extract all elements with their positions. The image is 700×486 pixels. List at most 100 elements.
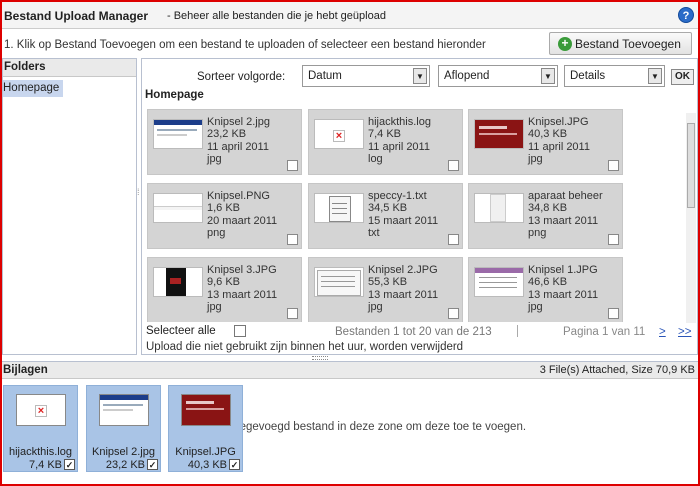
attachment-name: Knipsel 2.jpg — [92, 446, 155, 458]
file-card[interactable]: Knipsel 2.jpg 23,2 KB 11 april 2011 jpg — [147, 109, 302, 175]
folder-item-homepage[interactable]: Homepage — [3, 80, 63, 97]
attachment-size: 7,4 KB — [28, 459, 62, 471]
file-name: Knipsel 2.JPG — [368, 264, 438, 276]
file-card[interactable]: Knipsel.JPG 40,3 KB 11 april 2011 jpg — [468, 109, 623, 175]
file-size: 34,8 KB — [528, 202, 568, 215]
attachment-size: 40,3 KB — [187, 459, 227, 471]
instruction-bar: 1. Klik op Bestand Toevoegen om een best… — [2, 30, 698, 58]
file-card[interactable]: × hijackthis.log 7,4 KB 11 april 2011 log — [308, 109, 463, 175]
view-mode-value: Details — [570, 70, 606, 82]
chevron-down-icon: ▼ — [648, 68, 662, 84]
file-name: Knipsel 3.JPG — [207, 264, 277, 276]
file-date: 15 maart 2011 — [368, 214, 439, 227]
scrollbar-thumb[interactable] — [687, 123, 695, 208]
file-date: 11 april 2011 — [207, 140, 269, 153]
file-card[interactable]: speccy-1.txt 34,5 KB 15 maart 2011 txt — [308, 183, 463, 249]
attachment-thumbnail: × — [16, 394, 66, 426]
next-page-link[interactable]: > — [659, 326, 666, 338]
drop-zone-text: toegevoegd bestand in deze zone om deze … — [230, 421, 527, 433]
file-select-checkbox[interactable] — [608, 234, 619, 245]
file-card[interactable]: Knipsel 1.JPG 46,6 KB 13 maart 2011 jpg — [468, 257, 623, 322]
file-type: jpg — [207, 300, 222, 313]
file-size: 46,6 KB — [528, 276, 568, 289]
sort-direction-value: Aflopend — [444, 70, 490, 82]
file-size: 34,5 KB — [368, 202, 408, 215]
chevron-down-icon: ▼ — [413, 68, 427, 84]
file-name: hijackthis.log — [368, 116, 431, 128]
file-size: 55,3 KB — [368, 276, 408, 289]
upload-manager-window: Bestand Upload Manager - Beheer alle bes… — [0, 0, 700, 486]
file-select-checkbox[interactable] — [448, 234, 459, 245]
ok-button[interactable]: OK — [671, 69, 694, 85]
sort-field-select[interactable]: Datum ▼ — [302, 65, 430, 87]
horizontal-splitter-handle[interactable] — [312, 356, 328, 360]
folders-panel: Folders Homepage — [2, 58, 137, 355]
attachment-drop-zone[interactable]: toegevoegd bestand in deze zone om deze … — [2, 380, 698, 484]
attachments-summary: 3 File(s) Attached, Size 70,9 KB — [539, 364, 695, 376]
file-type: txt — [368, 226, 380, 239]
attachment-checkbox[interactable]: ✓ — [229, 459, 240, 470]
file-card[interactable]: Knipsel.PNG 1,6 KB 20 maart 2011 png — [147, 183, 302, 249]
file-info: Knipsel 3.JPG 9,6 KB 13 maart 2011 jpg — [207, 264, 277, 313]
attachment-thumbnail — [99, 394, 149, 426]
file-card[interactable]: Knipsel 3.JPG 9,6 KB 13 maart 2011 jpg — [147, 257, 302, 322]
file-select-checkbox[interactable] — [448, 160, 459, 171]
vertical-scrollbar[interactable] — [686, 113, 696, 323]
attachment-checkbox[interactable]: ✓ — [64, 459, 75, 470]
attachment-name: hijackthis.log — [9, 446, 72, 458]
file-type: png — [528, 226, 547, 239]
file-thumbnail — [314, 193, 364, 223]
select-all-checkbox[interactable] — [234, 325, 246, 337]
file-select-checkbox[interactable] — [608, 308, 619, 319]
last-page-link[interactable]: >> — [678, 326, 691, 338]
file-select-checkbox[interactable] — [287, 308, 298, 319]
sort-label: Sorteer volgorde: — [197, 71, 286, 83]
help-icon[interactable]: ? — [678, 7, 694, 23]
file-size: 23,2 KB — [207, 128, 247, 141]
attachment-card[interactable]: Knipsel.JPG 40,3 KB ✓ — [168, 385, 243, 472]
attachment-checkbox[interactable]: ✓ — [147, 459, 158, 470]
plus-circle-icon: + — [558, 36, 572, 51]
file-date: 13 maart 2011 — [368, 288, 439, 301]
file-info: aparaat beheer 34,8 KB 13 maart 2011 png — [528, 190, 603, 239]
attachment-name: Knipsel.JPG — [175, 446, 236, 458]
file-card[interactable]: aparaat beheer 34,8 KB 13 maart 2011 png — [468, 183, 623, 249]
broken-image-icon: × — [35, 405, 47, 417]
page-info-text: Pagina 1 van 11 — [563, 326, 646, 338]
file-thumbnail — [474, 267, 524, 297]
file-card[interactable]: Knipsel 2.JPG 55,3 KB 13 maart 2011 jpg — [308, 257, 463, 322]
file-thumbnail: × — [314, 119, 364, 149]
file-select-checkbox[interactable] — [608, 160, 619, 171]
file-browser-panel: Sorteer volgorde: Datum ▼ Aflopend ▼ Det… — [141, 58, 698, 355]
file-name: aparaat beheer — [528, 190, 603, 202]
file-thumbnail — [153, 267, 203, 297]
attachment-card[interactable]: Knipsel 2.jpg 23,2 KB ✓ — [86, 385, 161, 472]
file-size: 1,6 KB — [207, 202, 241, 215]
file-date: 13 maart 2011 — [528, 214, 599, 227]
attachment-card[interactable]: × hijackthis.log 7,4 KB ✓ — [3, 385, 78, 472]
file-date: 13 maart 2011 — [528, 288, 599, 301]
file-thumbnail — [474, 119, 524, 149]
file-date: 13 maart 2011 — [207, 288, 278, 301]
file-type: jpg — [528, 152, 543, 165]
file-type: jpg — [368, 300, 383, 313]
file-grid: Knipsel 2.jpg 23,2 KB 11 april 2011 jpg × hij… — [143, 104, 696, 322]
add-file-button[interactable]: + Bestand Toevoegen — [549, 32, 692, 55]
file-select-checkbox[interactable] — [287, 234, 298, 245]
attachments-title: Bijlagen — [3, 364, 48, 376]
view-mode-select[interactable]: Details ▼ — [564, 65, 665, 87]
file-size: 40,3 KB — [528, 128, 568, 141]
cleanup-notice: Upload die niet gebruikt zijn binnen het… — [146, 341, 464, 353]
file-info: Knipsel 2.JPG 55,3 KB 13 maart 2011 jpg — [368, 264, 438, 313]
file-range-text: Bestanden 1 tot 20 van de 213 — [335, 326, 492, 338]
file-select-checkbox[interactable] — [448, 308, 459, 319]
file-type: png — [207, 226, 226, 239]
file-date: 11 april 2011 — [368, 140, 430, 153]
file-info: Knipsel.PNG 1,6 KB 20 maart 2011 png — [207, 190, 277, 239]
attachments-header: Bijlagen 3 File(s) Attached, Size 70,9 K… — [2, 362, 698, 379]
file-info: Knipsel 1.JPG 46,6 KB 13 maart 2011 jpg — [528, 264, 598, 313]
file-select-checkbox[interactable] — [287, 160, 298, 171]
sort-direction-select[interactable]: Aflopend ▼ — [438, 65, 558, 87]
file-size: 9,6 KB — [207, 276, 241, 289]
add-file-label: Bestand Toevoegen — [575, 36, 681, 51]
